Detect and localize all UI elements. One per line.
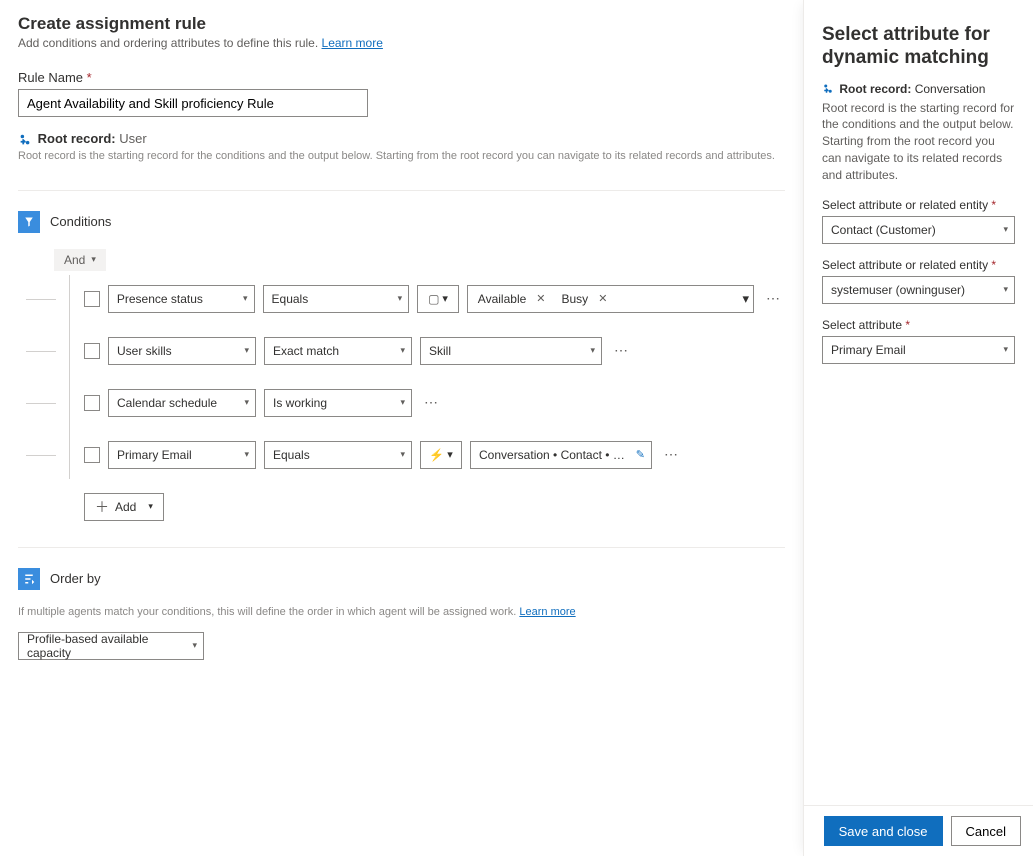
value-dropdown[interactable]: Skill▾ <box>420 337 602 365</box>
root-record: Root record: User <box>18 131 785 147</box>
chevron-down-icon: ▾ <box>400 345 405 356</box>
operator-dropdown[interactable]: Exact match▾ <box>264 337 412 365</box>
conditions-header: Conditions <box>18 211 785 233</box>
chevron-down-icon: ▾ <box>1003 284 1008 295</box>
side-root-desc: Root record is the starting record for t… <box>822 100 1015 184</box>
side-field: Select attribute Primary Email▾ <box>822 318 1015 364</box>
attribute-dropdown[interactable]: User skills▾ <box>108 337 256 365</box>
edit-icon[interactable]: ✎ <box>636 448 645 461</box>
condition-row: Primary Email▾ Equals▾ ⚡▾ Conversation •… <box>54 441 785 469</box>
chevron-down-icon: ▾ <box>1003 344 1008 355</box>
side-panel-title: Select attribute for dynamic matching <box>822 24 1015 70</box>
order-by-icon <box>18 568 40 590</box>
condition-row: Calendar schedule▾ Is working▾ ⋯ <box>54 389 785 417</box>
operator-dropdown[interactable]: Is working▾ <box>264 389 412 417</box>
tag: Busy✕ <box>556 288 614 310</box>
order-by-title: Order by <box>50 571 101 586</box>
chevron-down-icon: ▾ <box>244 345 249 356</box>
root-record-desc: Root record is the starting record for t… <box>18 149 785 164</box>
conditions-icon <box>18 211 40 233</box>
hierarchy-icon <box>18 133 32 147</box>
save-and-close-button[interactable]: Save and close <box>824 816 943 846</box>
side-attribute-dropdown[interactable]: Contact (Customer)▾ <box>822 216 1015 244</box>
rule-name-input[interactable] <box>18 89 368 117</box>
row-more-menu[interactable]: ⋯ <box>420 394 443 411</box>
add-condition-button[interactable]: ＋ Add ▾ <box>84 493 164 521</box>
side-field: Select attribute or related entity syste… <box>822 258 1015 304</box>
chevron-down-icon: ▾ <box>742 291 749 307</box>
condition-row: Presence status▾ Equals▾ ▢▾ Available✕ B… <box>54 285 785 313</box>
attribute-dropdown[interactable]: Calendar schedule▾ <box>108 389 256 417</box>
row-checkbox[interactable] <box>84 447 100 463</box>
row-checkbox[interactable] <box>84 395 100 411</box>
chevron-down-icon: ▾ <box>400 449 405 460</box>
main-panel: Create assignment rule Add conditions an… <box>0 0 803 856</box>
lightning-icon: ⚡ <box>429 448 444 462</box>
row-checkbox[interactable] <box>84 343 100 359</box>
learn-more-link[interactable]: Learn more <box>322 36 383 50</box>
attribute-dropdown[interactable]: Presence status▾ <box>108 285 255 313</box>
value-type-toggle[interactable]: ▢▾ <box>417 285 459 313</box>
chevron-down-icon: ▾ <box>192 640 197 651</box>
side-field-label: Select attribute or related entity <box>822 258 1015 272</box>
page-title: Create assignment rule <box>18 14 785 34</box>
chevron-down-icon: ▾ <box>244 449 249 460</box>
operator-dropdown[interactable]: Equals▾ <box>263 285 410 313</box>
row-more-menu[interactable]: ⋯ <box>762 290 785 307</box>
side-field-label: Select attribute or related entity <box>822 198 1015 212</box>
value-type-toggle[interactable]: ⚡▾ <box>420 441 462 469</box>
condition-row: User skills▾ Exact match▾ Skill▾ ⋯ <box>54 337 785 365</box>
value-tags[interactable]: Available✕ Busy✕ ▾ <box>467 285 754 313</box>
plus-icon: ＋ <box>95 497 109 517</box>
remove-tag-icon[interactable]: ✕ <box>594 292 611 305</box>
order-by-dropdown[interactable]: Profile-based available capacity▾ <box>18 632 204 660</box>
order-by-section: Order by If multiple agents match your c… <box>18 547 785 660</box>
side-field: Select attribute or related entity Conta… <box>822 198 1015 244</box>
side-panel-footer: Save and close Cancel <box>804 805 1033 856</box>
side-attribute-dropdown[interactable]: Primary Email▾ <box>822 336 1015 364</box>
dynamic-value[interactable]: Conversation • Contact • User • P... ✎ <box>470 441 652 469</box>
chevron-down-icon: ▾ <box>400 397 405 408</box>
side-panel: Select attribute for dynamic matching Ro… <box>803 0 1033 856</box>
conditions-section: Conditions And ▾ Presence status▾ Equals… <box>18 190 785 521</box>
operator-dropdown[interactable]: Equals▾ <box>264 441 412 469</box>
row-checkbox[interactable] <box>84 291 100 307</box>
tag: Available✕ <box>472 288 552 310</box>
chevron-down-icon: ▾ <box>398 293 403 304</box>
remove-tag-icon[interactable]: ✕ <box>532 292 549 305</box>
cancel-button[interactable]: Cancel <box>951 816 1021 846</box>
hierarchy-icon <box>822 83 834 95</box>
conditions-tree: Presence status▾ Equals▾ ▢▾ Available✕ B… <box>54 285 785 521</box>
side-root-record: Root record: Conversation <box>822 82 1015 96</box>
group-operator-dropdown[interactable]: And ▾ <box>54 249 106 271</box>
row-more-menu[interactable]: ⋯ <box>610 342 633 359</box>
chevron-down-icon: ▾ <box>91 254 96 265</box>
chevron-down-icon: ▾ <box>1003 224 1008 235</box>
chevron-down-icon: ▾ <box>442 292 448 305</box>
tag-icon: ▢ <box>428 292 439 306</box>
row-more-menu[interactable]: ⋯ <box>660 446 683 463</box>
chevron-down-icon: ▾ <box>148 501 153 512</box>
chevron-down-icon: ▾ <box>243 293 248 304</box>
side-field-label: Select attribute <box>822 318 1015 332</box>
chevron-down-icon: ▾ <box>590 345 595 356</box>
chevron-down-icon: ▾ <box>447 448 453 461</box>
side-attribute-dropdown[interactable]: systemuser (owninguser)▾ <box>822 276 1015 304</box>
attribute-dropdown[interactable]: Primary Email▾ <box>108 441 256 469</box>
order-learn-more-link[interactable]: Learn more <box>519 606 575 618</box>
conditions-title: Conditions <box>50 214 111 229</box>
page-subtitle: Add conditions and ordering attributes t… <box>18 36 785 50</box>
rule-name-label: Rule Name <box>18 70 785 85</box>
chevron-down-icon: ▾ <box>244 397 249 408</box>
order-by-header: Order by <box>18 568 785 590</box>
order-by-desc: If multiple agents match your conditions… <box>18 606 785 618</box>
